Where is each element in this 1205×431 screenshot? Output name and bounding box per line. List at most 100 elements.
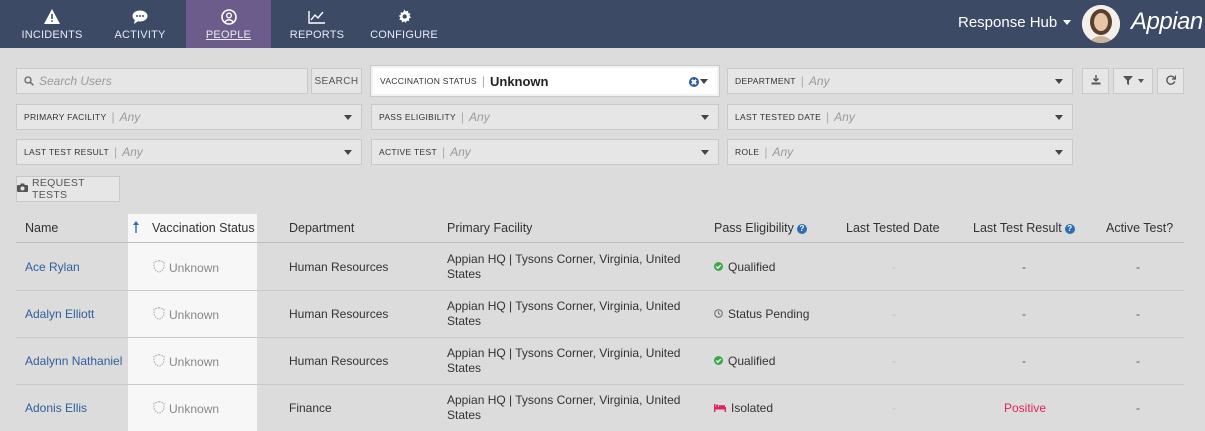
separator: | [441, 145, 446, 159]
separator: | [113, 145, 118, 159]
col-header-last-result-label: Last Test Result [973, 221, 1062, 235]
chevron-down-icon [700, 79, 708, 84]
person-name-link[interactable]: Adalyn Elliott [25, 307, 94, 321]
download-button[interactable] [1082, 68, 1109, 94]
separator: | [764, 145, 768, 159]
clear-icon[interactable] [689, 77, 699, 87]
primary-facility-filter[interactable]: PRIMARY FACILITY | Any [16, 104, 362, 130]
nav-activity-label: ACTIVITY [114, 28, 166, 41]
active-test-cell: - [1136, 260, 1140, 274]
department-filter[interactable]: DEPARTMENT | Any [727, 68, 1073, 94]
nav-people[interactable]: PEOPLE [186, 0, 271, 48]
last-result-cell: Positive [1004, 401, 1047, 415]
col-header-eligibility[interactable]: Pass Eligibility? [714, 221, 807, 235]
col-header-last-tested[interactable]: Last Tested Date [846, 221, 940, 235]
nav-configure[interactable]: CONFIGURE [370, 0, 438, 48]
separator: | [111, 110, 115, 124]
facility-cell: Appian HQ | Tysons Corner, Virginia, Uni… [447, 299, 681, 328]
pass-eligibility-label: PASS ELIGIBILITY [379, 112, 456, 122]
col-header-last-result[interactable]: Last Test Result? [973, 221, 1075, 235]
help-icon[interactable]: ? [796, 224, 807, 234]
row-divider [16, 337, 1184, 338]
chevron-down-icon [1055, 115, 1063, 120]
separator: | [481, 74, 485, 88]
col-header-eligibility-label: Pass Eligibility [714, 221, 794, 235]
filter-icon [1122, 72, 1133, 90]
eligibility-value: Qualified [728, 354, 776, 368]
eligibility-cell: Status Pending [714, 307, 809, 321]
chevron-down-icon [344, 115, 352, 120]
appian-logo: Appian [1131, 8, 1203, 35]
active-test-filter[interactable]: ACTIVE TEST | Any [371, 139, 719, 165]
person-name-link[interactable]: Ace Rylan [25, 260, 80, 274]
chevron-down-icon [1055, 150, 1063, 155]
chevron-down-icon [1055, 79, 1063, 84]
nav-reports-label: REPORTS [289, 28, 345, 41]
chevron-down-icon [1063, 20, 1072, 25]
separator: | [460, 110, 465, 124]
department-cell: Human Resources [289, 260, 389, 274]
separator: | [800, 74, 804, 88]
shield-icon [153, 260, 165, 276]
gear-icon [397, 8, 412, 26]
search-placeholder: Search Users [39, 74, 112, 88]
vaccination-value: Unknown [169, 261, 220, 275]
last-tested-date-label: LAST TESTED DATE [735, 112, 822, 122]
col-header-vaccination[interactable]: Vaccination Status [152, 221, 255, 235]
vaccination-status-label: VACCINATION STATUS [380, 76, 477, 86]
check-circle-icon [714, 260, 723, 274]
chevron-down-icon [1137, 79, 1144, 83]
user-icon [220, 8, 237, 26]
response-hub-menu[interactable]: Response Hub [958, 14, 1072, 31]
last-test-result-filter[interactable]: LAST TEST RESULT | Any [16, 139, 362, 165]
col-header-facility[interactable]: Primary Facility [447, 221, 532, 235]
nav-activity[interactable]: ACTIVITY [110, 0, 170, 48]
active-test-value: Any [450, 145, 471, 159]
help-icon[interactable]: ? [1064, 224, 1075, 234]
top-navbar: INCIDENTS ACTIVITY PEOPLE REPORTS CONFIG… [0, 0, 1205, 48]
person-name-link[interactable]: Adalynn Nathaniel [25, 354, 122, 368]
camera-icon [17, 183, 28, 195]
sort-ascending-icon[interactable] [133, 220, 139, 238]
search-icon [24, 76, 34, 86]
request-tests-button[interactable]: REQUEST TESTS [16, 176, 120, 202]
person-name-link[interactable]: Adonis Ellis [25, 401, 87, 415]
vaccination-status-filter[interactable]: VACCINATION STATUS | Unknown [371, 66, 719, 96]
refresh-button[interactable] [1157, 68, 1184, 94]
active-test-cell: - [1136, 354, 1140, 368]
col-header-active-test[interactable]: Active Test? [1106, 221, 1173, 235]
department-value: Any [808, 74, 830, 88]
eligibility-value: Qualified [728, 260, 776, 274]
row-divider [16, 290, 1184, 291]
vaccination-value: Unknown [169, 308, 220, 322]
clock-icon [714, 307, 723, 321]
vaccination-cell: Unknown [153, 401, 219, 417]
chat-icon [132, 8, 148, 26]
department-cell: Human Resources [289, 354, 389, 368]
vaccination-value: Unknown [169, 355, 220, 369]
download-icon [1091, 72, 1101, 90]
active-test-cell: - [1136, 401, 1140, 415]
role-filter[interactable]: ROLE | Any [727, 139, 1073, 165]
shield-icon [153, 354, 165, 370]
refresh-icon [1165, 72, 1176, 90]
facility-cell: Appian HQ | Tysons Corner, Virginia, Uni… [447, 252, 681, 281]
pass-eligibility-value: Any [469, 110, 490, 124]
chevron-down-icon [701, 150, 709, 155]
col-header-name[interactable]: Name [25, 221, 58, 235]
nav-incidents[interactable]: INCIDENTS [18, 0, 86, 48]
shield-icon [153, 401, 165, 417]
chart-icon [308, 8, 326, 26]
search-button[interactable]: SEARCH [311, 68, 362, 94]
facility-cell: Appian HQ | Tysons Corner, Virginia, Uni… [447, 393, 681, 422]
nav-incidents-label: INCIDENTS [21, 28, 83, 41]
nav-reports[interactable]: REPORTS [288, 0, 346, 48]
vaccination-cell: Unknown [153, 260, 219, 276]
filter-menu-button[interactable] [1113, 68, 1153, 94]
search-input[interactable]: Search Users [16, 68, 308, 94]
pass-eligibility-filter[interactable]: PASS ELIGIBILITY | Any [371, 104, 719, 130]
col-header-department[interactable]: Department [289, 221, 354, 235]
last-tested-date-filter[interactable]: LAST TESTED DATE | Any [727, 104, 1073, 130]
alert-icon [44, 8, 60, 26]
avatar[interactable] [1082, 5, 1120, 43]
